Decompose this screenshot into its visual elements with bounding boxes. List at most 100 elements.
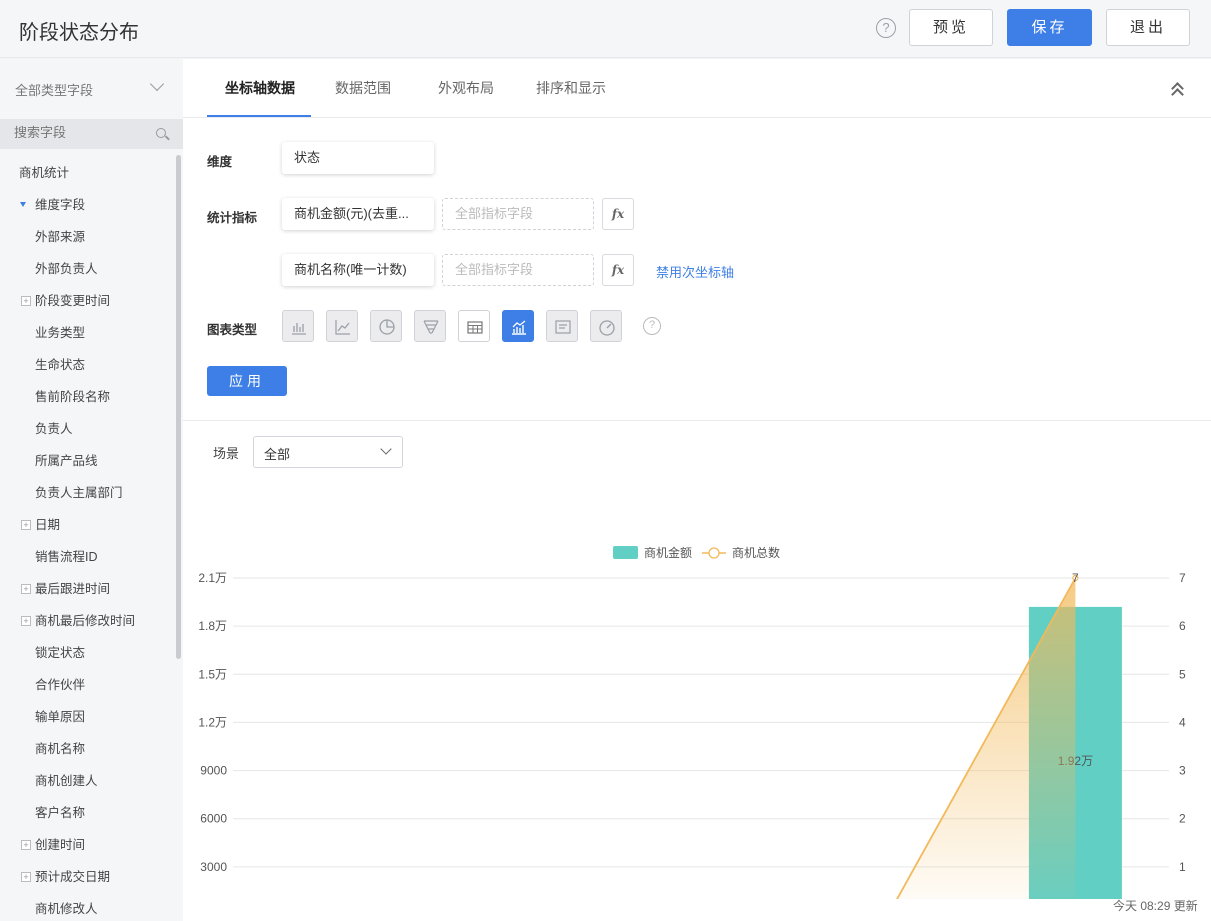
expand-plus-icon[interactable]: + (21, 296, 31, 306)
sidebar-field-label: 商机修改人 (35, 902, 98, 916)
sidebar-field-label: 外部负责人 (35, 262, 98, 276)
sidebar-field-item[interactable]: 业务类型 (0, 317, 175, 349)
field-search-box (0, 119, 183, 149)
sidebar-field-item[interactable]: 售前阶段名称 (0, 381, 175, 413)
metric-chip-amount[interactable]: 商机金额(元)(去重... (282, 198, 434, 230)
tab-sort-display[interactable]: 排序和显示 (536, 78, 606, 98)
sidebar-field-item[interactable]: 负责人 (0, 413, 175, 445)
exit-button[interactable]: 退出 (1106, 9, 1190, 46)
sidebar-field-label: 生命状态 (35, 358, 86, 372)
collapse-up-icon[interactable] (1171, 81, 1185, 97)
expand-plus-icon[interactable]: + (21, 520, 31, 530)
field-type-select[interactable]: 全部类型字段 (0, 59, 183, 117)
sidebar-field-label: 所属产品线 (35, 454, 98, 468)
combo-chart-icon[interactable] (502, 310, 534, 342)
y-left-tick-label: 1.8万 (198, 619, 227, 633)
config-tabs: 坐标轴数据 数据范围 外观布局 排序和显示 (183, 59, 1211, 118)
update-timestamp: 今天 08:29 更新 (1113, 899, 1198, 913)
sidebar-field-item[interactable]: 输单原因 (0, 701, 175, 733)
sidebar-field-label: 输单原因 (35, 710, 86, 724)
legend-line-marker (708, 547, 720, 559)
text-card-icon[interactable] (546, 310, 578, 342)
legend-label-count: 商机总数 (732, 545, 780, 560)
expand-plus-icon[interactable]: + (21, 840, 31, 850)
sidebar-field-item[interactable]: 合作伙伴 (0, 669, 175, 701)
y-right-tick-label: 5 (1179, 667, 1186, 681)
field-search-input[interactable] (14, 125, 144, 140)
bar-chart-icon[interactable] (282, 310, 314, 342)
line-chart-icon[interactable] (326, 310, 358, 342)
page-title: 阶段状态分布 (19, 22, 139, 44)
apply-button[interactable]: 应用 (207, 366, 287, 396)
sidebar-field-item[interactable]: 维度字段 (0, 189, 175, 221)
formula-button-secondary[interactable]: fx (602, 254, 634, 286)
chart-type-help-icon[interactable]: ? (643, 317, 661, 335)
help-icon[interactable]: ? (876, 18, 896, 38)
sidebar-field-label: 创建时间 (35, 838, 86, 852)
sidebar-field-item[interactable]: 生命状态 (0, 349, 175, 381)
search-icon[interactable] (156, 128, 166, 138)
preview-button[interactable]: 预览 (909, 9, 993, 46)
sidebar-field-item[interactable]: 外部负责人 (0, 253, 175, 285)
tab-appearance[interactable]: 外观布局 (438, 78, 494, 98)
sidebar-field-label: 负责人主属部门 (35, 486, 123, 500)
sidebar-field-label: 商机最后修改时间 (35, 614, 136, 628)
field-type-select-label: 全部类型字段 (15, 83, 94, 98)
scene-select[interactable]: 全部 (253, 436, 403, 468)
metric-chip-count[interactable]: 商机名称(唯一计数) (282, 254, 434, 286)
sidebar-field-item[interactable]: 商机创建人 (0, 765, 175, 797)
pie-chart-icon[interactable] (370, 310, 402, 342)
dimension-chip[interactable]: 状态 (282, 142, 434, 174)
tab-axis-data[interactable]: 坐标轴数据 (225, 78, 295, 98)
combo-chart: 03000600090001.2万1.5万1.8万2.1万012345671.9… (198, 545, 1186, 899)
sidebar-field-item[interactable]: 商机修改人 (0, 893, 175, 921)
active-tab-indicator (207, 115, 311, 117)
caret-down-icon[interactable] (20, 202, 26, 207)
y-left-tick-label: 6000 (200, 812, 227, 826)
expand-plus-icon[interactable]: + (21, 616, 31, 626)
funnel-chart-icon[interactable] (414, 310, 446, 342)
y-left-tick-label: 3000 (200, 860, 227, 874)
save-button[interactable]: 保存 (1007, 9, 1092, 46)
sidebar-field-item[interactable]: 锁定状态 (0, 637, 175, 669)
metric-drop-zone-secondary[interactable]: 全部指标字段 (442, 254, 594, 286)
formula-button[interactable]: fx (602, 198, 634, 230)
sidebar-field-label: 商机名称 (35, 742, 86, 756)
expand-plus-icon[interactable]: + (21, 584, 31, 594)
disable-secondary-axis-link[interactable]: 禁用次坐标轴 (656, 262, 734, 281)
sidebar-field-item[interactable]: 外部来源 (0, 221, 175, 253)
sidebar-field-item[interactable]: 负责人主属部门 (0, 477, 175, 509)
sidebar-field-label: 合作伙伴 (35, 678, 86, 692)
sidebar-field-item[interactable]: + 阶段变更时间 (0, 285, 175, 317)
legend-bar-swatch (613, 546, 638, 559)
sidebar-field-item[interactable]: 商机名称 (0, 733, 175, 765)
sidebar-field-item[interactable]: + 日期 (0, 509, 175, 541)
sidebar-field-label: 最后跟进时间 (35, 582, 111, 596)
sidebar-field-item[interactable]: 所属产品线 (0, 445, 175, 477)
table-chart-icon[interactable] (458, 310, 490, 342)
y-left-tick-label: 2.1万 (198, 571, 227, 585)
sidebar-field-item[interactable]: + 预计成交日期 (0, 861, 175, 893)
metric-drop-zone[interactable]: 全部指标字段 (442, 198, 594, 230)
sidebar-field-item[interactable]: + 创建时间 (0, 829, 175, 861)
sidebar-field-item[interactable]: 客户名称 (0, 797, 175, 829)
expand-plus-icon[interactable]: + (21, 872, 31, 882)
sidebar-field-label: 外部来源 (35, 230, 86, 244)
sidebar-scrollbar[interactable] (176, 155, 181, 659)
y-right-tick-label: 1 (1179, 860, 1186, 874)
sidebar-field-item[interactable]: 商机统计 (0, 157, 175, 189)
sidebar-field-label: 商机统计 (19, 166, 70, 180)
section-divider (183, 420, 1211, 421)
sidebar-field-item[interactable]: + 商机最后修改时间 (0, 605, 175, 637)
tab-data-range[interactable]: 数据范围 (335, 78, 391, 98)
sidebar-field-label: 商机创建人 (35, 774, 98, 788)
sidebar-field-label: 售前阶段名称 (35, 390, 111, 404)
sidebar-field-label: 客户名称 (35, 806, 86, 820)
sidebar-field-item[interactable]: + 最后跟进时间 (0, 573, 175, 605)
sidebar-field-label: 预计成交日期 (35, 870, 111, 884)
sidebar-field-item[interactable]: 销售流程ID (0, 541, 175, 573)
sidebar-field-label: 阶段变更时间 (35, 294, 111, 308)
gauge-chart-icon[interactable] (590, 310, 622, 342)
y-right-tick-label: 6 (1179, 619, 1186, 633)
legend-label-amount: 商机金额 (644, 545, 692, 560)
